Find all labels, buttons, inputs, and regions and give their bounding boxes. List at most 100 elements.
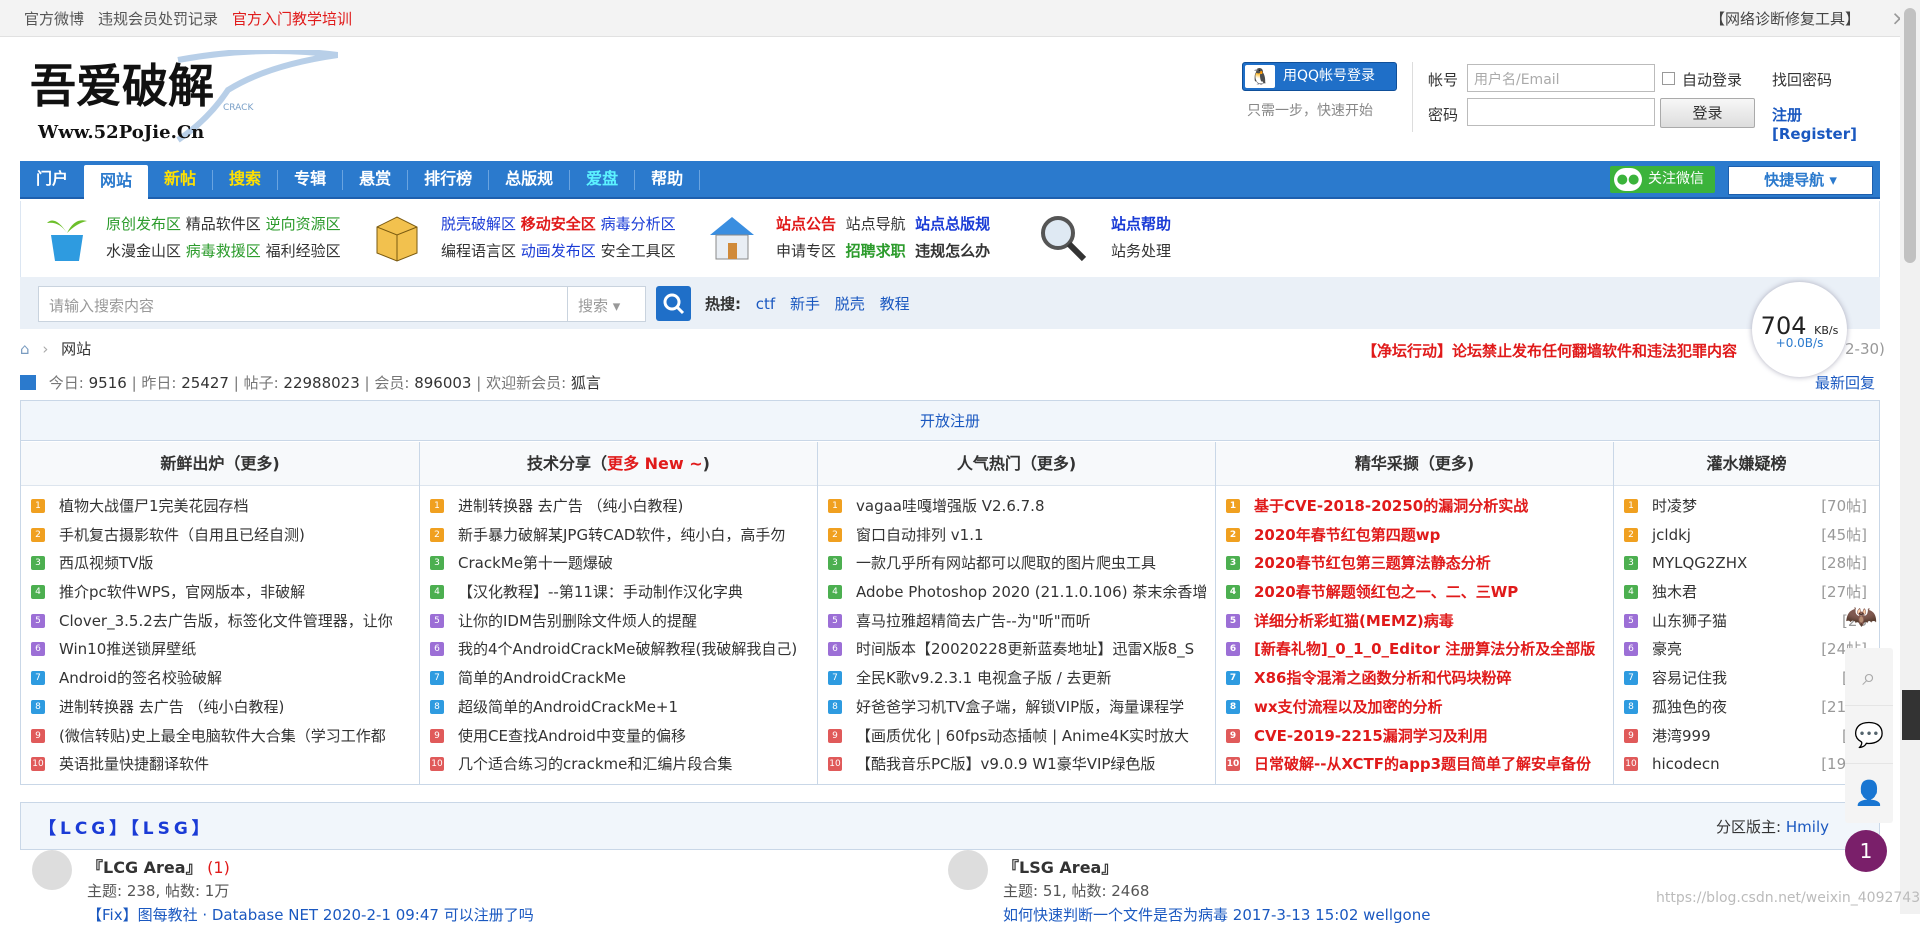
post-item[interactable]: 5 喜马拉雅超精简去广告--为"听"而听	[818, 607, 1215, 636]
hot-search-link[interactable]: ctf	[756, 295, 775, 313]
post-item[interactable]: 1 基于CVE-2018-20250的漏洞分析实战	[1216, 492, 1613, 521]
post-item[interactable]: 4 【汉化教程】--第11课：手动制作汉化字典	[420, 578, 817, 607]
side-user-icon[interactable]: 👤	[1845, 764, 1893, 822]
wechat-follow-button[interactable]: ●● 关注微信	[1610, 166, 1715, 193]
post-item[interactable]: 8 wx支付流程以及加密的分析	[1216, 693, 1613, 722]
post-item[interactable]: 2 2020年春节红包第四题wp	[1216, 521, 1613, 550]
forum-link[interactable]: 原创发布区	[106, 215, 181, 233]
home-icon[interactable]: ⌂	[20, 340, 30, 358]
breadcrumb-current[interactable]: 网站	[61, 340, 91, 358]
search-input[interactable]: 请输入搜索内容	[38, 286, 568, 322]
column-title[interactable]: 技术分享（更多 New ~)	[420, 442, 817, 486]
post-item[interactable]: 4 推介pc软件WPS，官网版本，非破解	[21, 578, 419, 607]
post-item[interactable]: 10 几个适合练习的crackme和汇编片段合集	[420, 750, 817, 779]
stats-chart-icon[interactable]	[20, 375, 36, 390]
post-item[interactable]: 8 好爸爸学习机TV盒子端，解锁VIP版，海量课程学	[818, 693, 1215, 722]
forum-link[interactable]: 站点总版规	[915, 215, 990, 233]
forum-link[interactable]: 水漫金山区	[106, 242, 181, 260]
post-item[interactable]: 1 vagaa哇嘎增强版 V2.6.7.8	[818, 492, 1215, 521]
user-item[interactable]: 2 jcldkj [45帖]	[1614, 521, 1879, 550]
nav-aipan[interactable]: 爱盘	[570, 161, 634, 197]
user-item[interactable]: 4 独木君 [27帖]	[1614, 578, 1879, 607]
forum-link[interactable]: 福利经验区	[266, 242, 341, 260]
post-item[interactable]: 6 我的4个AndroidCrackMe破解教程(我破解我自己)	[420, 635, 817, 664]
hot-search-link[interactable]: 脱壳	[835, 295, 865, 313]
hot-search-link[interactable]: 新手	[790, 295, 820, 313]
nav-rules[interactable]: 总版规	[489, 161, 569, 197]
forum-link[interactable]: 编程语言区	[441, 242, 516, 260]
post-item[interactable]: 6 时间版本【20020228更新蓝奏地址】迅雷X版8_S	[818, 635, 1215, 664]
quick-nav-button[interactable]: 快捷导航 ▾	[1728, 166, 1873, 195]
forum-link[interactable]: 动画发布区	[521, 242, 596, 260]
forum-link[interactable]: 违规怎么办	[915, 242, 990, 260]
forum-link[interactable]: 移动安全区	[521, 215, 596, 233]
nav-help[interactable]: 帮助	[635, 161, 699, 197]
find-password-link[interactable]: 找回密码	[1772, 69, 1832, 90]
post-item[interactable]: 10 日常破解--从XCTF的app3题目简单了解安卓备份	[1216, 750, 1613, 779]
forum-icon[interactable]	[32, 850, 72, 890]
user-item[interactable]: 3 MYLQG2ZHX [28帖]	[1614, 549, 1879, 578]
forum-link[interactable]: 申请专区	[776, 242, 836, 260]
account-input[interactable]: 用户名/Email	[1467, 64, 1655, 92]
forum-link[interactable]: 站点帮助	[1111, 215, 1171, 233]
nav-portal[interactable]: 门户	[20, 161, 84, 197]
login-button[interactable]: 登录	[1660, 98, 1755, 128]
post-item[interactable]: 1 植物大战僵尸1完美花园存档	[21, 492, 419, 521]
post-item[interactable]: 3 CrackMe第十一题爆破	[420, 549, 817, 578]
post-item[interactable]: 7 Android的签名校验破解	[21, 664, 419, 693]
forum-link[interactable]: 安全工具区	[601, 242, 676, 260]
moderator-link[interactable]: Hmily	[1786, 818, 1829, 836]
post-item[interactable]: 7 简单的AndroidCrackMe	[420, 664, 817, 693]
post-item[interactable]: 1 进制转换器 去广告 （纯小白教程)	[420, 492, 817, 521]
post-item[interactable]: 3 一款几乎所有网站都可以爬取的图片爬虫工具	[818, 549, 1215, 578]
post-item[interactable]: 7 全民K歌v9.2.3.1 电视盒子版 / 去更新	[818, 664, 1215, 693]
post-item[interactable]: 3 2020春节红包第三题算法静态分析	[1216, 549, 1613, 578]
post-item[interactable]: 9 【画质优化 | 60fps动态插帧 | Anime4K实时放大	[818, 722, 1215, 751]
nav-ranking[interactable]: 排行榜	[408, 161, 488, 197]
forum-link[interactable]: 站点导航	[846, 215, 906, 233]
nav-site[interactable]: 网站	[84, 165, 149, 199]
user-item[interactable]: 5 山东狮子猫 [26	[1614, 607, 1879, 636]
post-item[interactable]: 5 Clover_3.5.2去广告版，标签化文件管理器，让你	[21, 607, 419, 636]
user-item[interactable]: 6豪亮[24帖]	[1614, 635, 1879, 664]
user-item[interactable]: 9港湾999[20	[1614, 722, 1879, 751]
post-item[interactable]: 4 Adobe Photoshop 2020 (21.1.0.106) 茶末余香增	[818, 578, 1215, 607]
column-title[interactable]: 精华采撷（更多)	[1216, 442, 1613, 486]
forum-link[interactable]: 逆向资源区	[266, 215, 341, 233]
post-item[interactable]: 10 英语批量快捷翻译软件	[21, 750, 419, 779]
section-title[interactable]: 【LCG】【LSG】	[39, 814, 213, 839]
search-type-select[interactable]: 搜索 ▾	[568, 286, 646, 322]
post-item[interactable]: 2 窗口自动排列 v1.1	[818, 521, 1215, 550]
auto-login-checkbox[interactable]	[1662, 72, 1675, 85]
post-item[interactable]: 8 超级简单的AndroidCrackMe+1	[420, 693, 817, 722]
post-item[interactable]: 2 手机复古摄影软件（自用且已经自测)	[21, 521, 419, 550]
column-title[interactable]: 新鲜出炉（更多)	[21, 442, 419, 486]
newest-member-link[interactable]: 狐言	[571, 374, 601, 392]
post-item[interactable]: 2 新手暴力破解某JPG转CAD软件，纯小白，高手勿	[420, 521, 817, 550]
forum-link[interactable]: 病毒分析区	[601, 215, 676, 233]
forum-link[interactable]: 站点公告	[776, 215, 836, 233]
register-link[interactable]: 注册[Register]	[1772, 104, 1882, 143]
user-item[interactable]: 1 时凌梦 [70帖]	[1614, 492, 1879, 521]
forum-link[interactable]: 脱壳破解区	[441, 215, 516, 233]
forum-last-post[interactable]: 如何快速判断一个文件是否为病毒 2017-3-13 15:02 wellgone	[1003, 904, 1430, 925]
post-item[interactable]: 5 让你的IDM告别删除文件烦人的提醒	[420, 607, 817, 636]
post-item[interactable]: 9 CVE-2019-2215漏洞学习及利用	[1216, 722, 1613, 751]
post-item[interactable]: 4 2020春节解题领红包之一、二、三WP	[1216, 578, 1613, 607]
qq-login-button[interactable]: 🐧 用QQ帐号登录	[1242, 62, 1397, 91]
penalty-link[interactable]: 违规会员处罚记录	[98, 8, 218, 29]
notice-marquee[interactable]: 【净坛行动】论坛禁止发布任何翻墙软件和违法犯罪内容	[1362, 340, 1792, 361]
forum-link[interactable]: 招聘求职	[846, 242, 906, 260]
training-link[interactable]: 官方入门教学培训	[232, 8, 352, 29]
column-title[interactable]: 人气热门（更多)	[818, 442, 1215, 486]
user-item[interactable]: 8孤独色的夜[21帖]	[1614, 693, 1879, 722]
post-item[interactable]: 9 (微信转贴)史上最全电脑软件大合集（学习工作都	[21, 722, 419, 751]
post-item[interactable]: 10 【酷我音乐PC版】v9.0.9 W1豪华VIP绿色版	[818, 750, 1215, 779]
side-tab[interactable]	[1902, 690, 1920, 740]
nav-new-posts[interactable]: 新帖	[148, 161, 212, 197]
site-logo[interactable]: 吾爱破解 CRACK Www.52PoJie.Cn	[28, 48, 339, 148]
open-registration-link[interactable]: 开放注册	[21, 401, 1879, 441]
forum-icon[interactable]	[948, 850, 988, 890]
forum-link[interactable]: 精品软件区	[186, 215, 261, 233]
forum-name[interactable]: 『LCG Area』 (1)	[87, 854, 230, 878]
